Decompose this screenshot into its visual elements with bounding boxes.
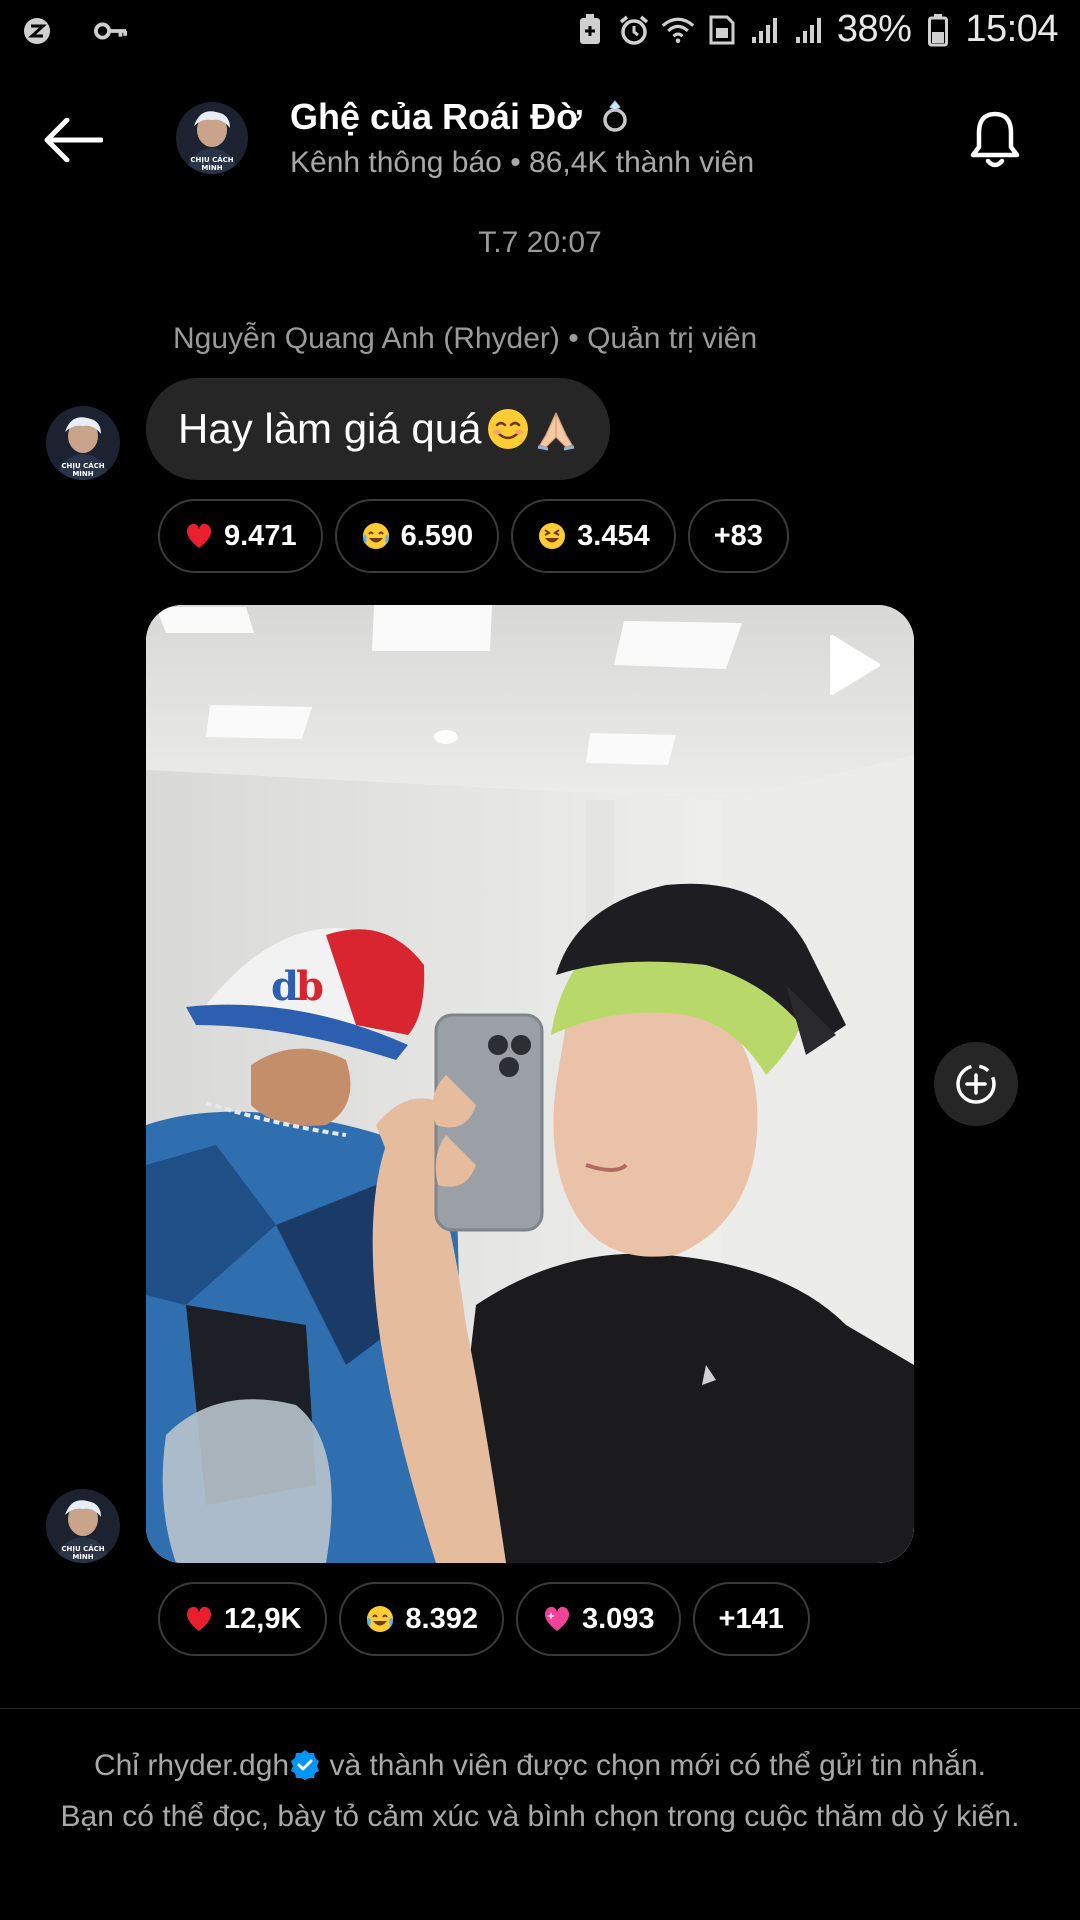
back-button[interactable] <box>36 110 110 170</box>
share-to-story-button[interactable] <box>934 1042 1018 1126</box>
sender-avatar[interactable]: CHỊU CÁCH MÌNH <box>46 406 120 480</box>
notice-line2: Bạn có thể đọc, bày tỏ cảm xúc và bình c… <box>60 1800 1020 1833</box>
sim-icon <box>705 13 739 47</box>
reaction-sparkling-heart[interactable]: 3.093 <box>515 1582 681 1656</box>
play-button[interactable] <box>824 633 884 697</box>
wifi-icon <box>661 13 695 47</box>
reaction-heart[interactable]: 12,9K <box>158 1582 328 1656</box>
clock: 15:04 <box>965 8 1058 50</box>
sender-avatar[interactable]: CHỊU CÁCH MÌNH <box>46 1489 120 1563</box>
video-thumbnail: d b <box>146 605 914 1563</box>
message-text: Hay làm giá quá <box>178 405 482 452</box>
reaction-laugh[interactable]: 6.590 <box>334 499 500 573</box>
message-reactions: 9.471 6.590 3.454 +83 <box>158 499 789 573</box>
notice-line1: và thành viên được chọn mới có thể gửi t… <box>321 1749 986 1782</box>
arrow-left-icon <box>44 118 103 162</box>
channel-subtitle: Kênh thông báo • 86,4K thành viên <box>290 146 755 179</box>
battery-saver-icon <box>573 13 607 47</box>
verified-badge-icon <box>291 1750 320 1780</box>
signal-icon-2 <box>793 13 827 47</box>
svg-text:MÌNH: MÌNH <box>72 469 93 478</box>
notification-bell-button[interactable] <box>960 102 1030 178</box>
reaction-more[interactable]: +141 <box>692 1582 810 1656</box>
svg-text:CHỊU CÁCH: CHỊU CÁCH <box>61 1544 104 1553</box>
channel-avatar[interactable]: CHỊU CÁCH MÌNH <box>176 102 248 174</box>
signal-icon-1 <box>749 13 783 47</box>
zalo-notification-icon <box>20 14 54 48</box>
message-timestamp: T.7 20:07 <box>478 226 602 259</box>
reaction-heart[interactable]: 9.471 <box>158 499 323 573</box>
battery-icon <box>921 13 955 47</box>
svg-text:b: b <box>296 963 324 1010</box>
channel-title[interactable]: Ghệ của Roái Đờ <box>290 96 632 138</box>
add-circle-dashed-icon <box>956 1064 996 1104</box>
tears-of-joy-icon <box>367 1606 394 1632</box>
key-icon <box>94 14 128 48</box>
channel-header: CHỊU CÁCH MÌNH Ghệ của Roái Đờ Kênh thôn… <box>0 80 1080 200</box>
folded-hands-icon <box>537 412 574 451</box>
bell-icon <box>970 111 1020 168</box>
battery-percent: 38% <box>836 8 912 50</box>
message-bubble[interactable]: Hay làm giá quá <box>146 378 610 480</box>
reaction-more[interactable]: +83 <box>687 499 789 573</box>
status-bar: 38% 15:04 <box>0 0 1080 64</box>
ring-icon <box>602 100 627 132</box>
tears-of-joy-icon <box>362 523 389 549</box>
grinning-squinting-icon <box>539 523 566 549</box>
reaction-grin[interactable]: 3.454 <box>511 499 676 573</box>
svg-text:MÌNH: MÌNH <box>72 1552 93 1561</box>
notice-username: Chỉ rhyder.dgh <box>93 1749 290 1782</box>
footer-divider <box>0 1708 1080 1709</box>
video-reactions: 12,9K 8.392 3.093 +141 <box>158 1582 810 1656</box>
red-heart-icon <box>186 1606 212 1631</box>
reaction-laugh[interactable]: 8.392 <box>339 1582 504 1656</box>
play-icon <box>830 635 880 695</box>
smiling-face-icon <box>487 409 528 449</box>
red-heart-icon <box>186 523 212 548</box>
svg-text:MÌNH: MÌNH <box>201 163 222 172</box>
svg-text:CHỊU CÁCH: CHỊU CÁCH <box>190 155 233 164</box>
svg-text:d: d <box>271 963 299 1010</box>
channel-permission-notice: Chỉ rhyder.dgh và thành viên được chọn m… <box>50 1740 1030 1842</box>
alarm-icon <box>617 13 651 47</box>
sender-name: Nguyễn Quang Anh (Rhyder) • Quản trị viê… <box>173 322 758 355</box>
svg-text:CHỊU CÁCH: CHỊU CÁCH <box>61 461 104 470</box>
sparkling-heart-icon <box>544 1606 570 1631</box>
video-message[interactable]: d b <box>146 605 914 1563</box>
